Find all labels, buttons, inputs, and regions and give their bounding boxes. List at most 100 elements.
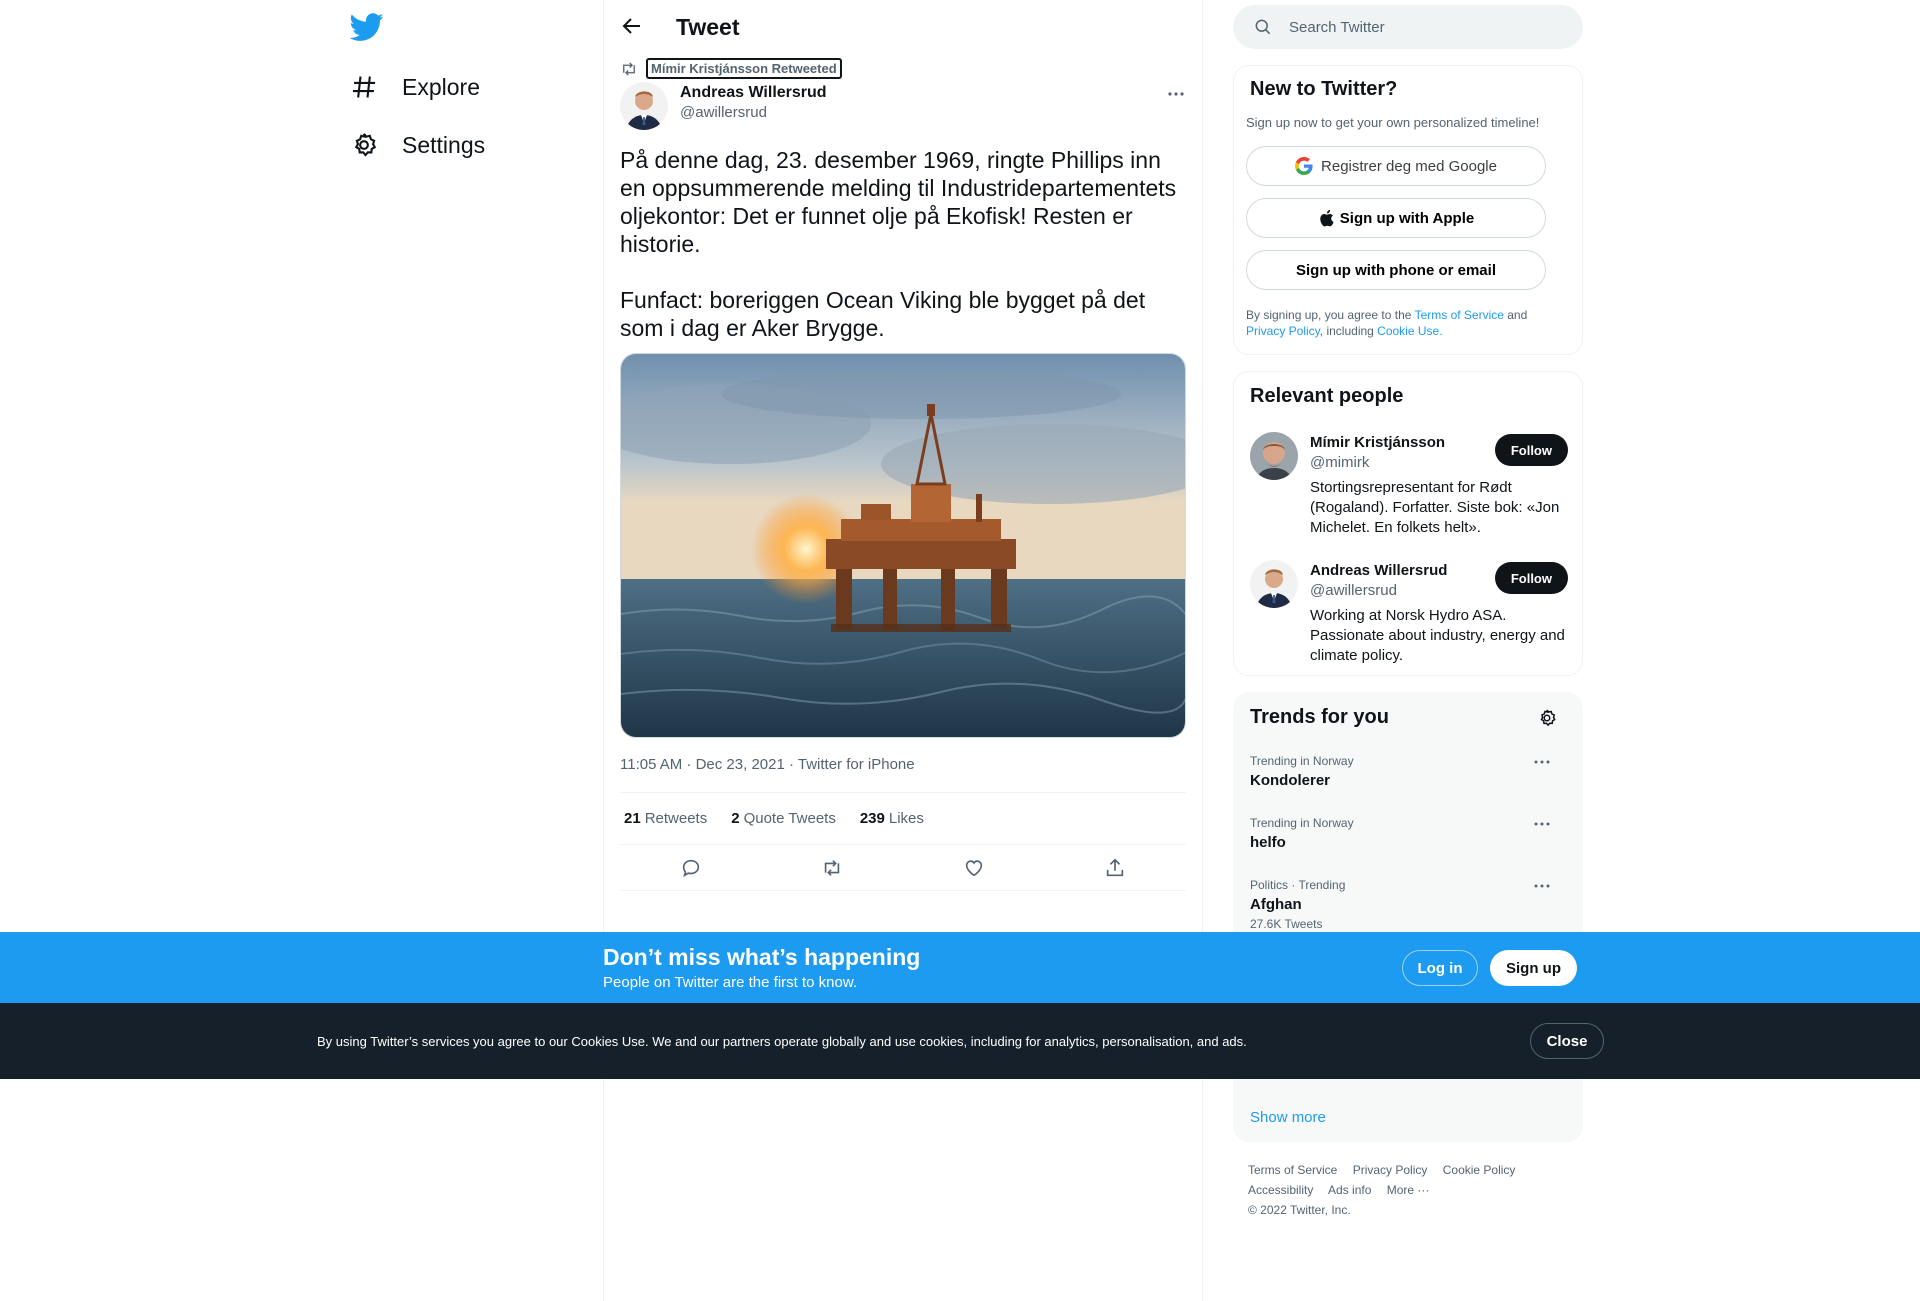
tweet-timestamp[interactable]: 11:05 AM · Dec 23, 2021 · Twitter for iP…	[620, 756, 915, 773]
signup-button[interactable]: Sign up	[1490, 950, 1577, 986]
person-bio: Working at Norsk Hydro ASA. Passionate a…	[1310, 607, 1565, 664]
search-box[interactable]	[1233, 5, 1583, 49]
footer-ads-link[interactable]: Ads info	[1328, 1183, 1371, 1197]
phone-email-signup-label: Sign up with phone or email	[1295, 261, 1496, 279]
search-input[interactable]	[1289, 18, 1549, 36]
trend-item[interactable]: Trending in Norway Kondolerer	[1250, 754, 1568, 789]
person-card[interactable]: Andreas Willersrud @awillersrud Follow W…	[1250, 560, 1568, 670]
person-handle[interactable]: @mimirk	[1310, 454, 1369, 471]
likes-label: Likes	[888, 810, 924, 827]
tweet-stats: 21 Retweets 2 Quote Tweets 239 Likes	[620, 792, 1186, 845]
trend-more-icon[interactable]	[1532, 754, 1552, 770]
footer-links: Terms of Service Privacy Policy Cookie P…	[1248, 1160, 1568, 1220]
relevant-people-card: Relevant people Mímir Kristjánsson @mimi…	[1233, 371, 1583, 676]
author-handle[interactable]: @awillersrud	[680, 104, 767, 121]
page-title: Tweet	[676, 14, 740, 40]
new-to-twitter-subtitle: Sign up now to get your own personalized…	[1246, 115, 1540, 130]
footer-terms-link[interactable]: Terms of Service	[1248, 1163, 1337, 1177]
retweeted-by-link[interactable]: Mímir Kristjánsson Retweeted	[646, 58, 842, 79]
back-arrow-icon[interactable]	[620, 14, 644, 38]
quote-label: Quote Tweets	[743, 810, 836, 827]
hashtag-icon	[350, 73, 378, 101]
nav-settings[interactable]: Settings	[350, 121, 485, 169]
signup-banner-subtitle: People on Twitter are the first to know.	[603, 974, 858, 991]
google-signup-label: Registrer deg med Google	[1321, 157, 1497, 175]
google-logo-icon	[1295, 157, 1313, 175]
retweets-count: 21	[624, 810, 641, 827]
retweet-icon	[620, 60, 638, 78]
legal-prefix: By signing up, you agree to the	[1246, 308, 1415, 322]
twitter-logo-icon[interactable]	[350, 10, 384, 44]
cookie-banner-text: By using Twitter’s services you agree to…	[317, 1034, 1247, 1049]
footer-cookie-link[interactable]: Cookie Policy	[1443, 1163, 1516, 1177]
trend-item[interactable]: Politics · Trending Afghan 27.6K Tweets	[1250, 878, 1568, 931]
trends-settings-gear-icon[interactable]	[1537, 708, 1557, 728]
retweeted-by-line: Mímir Kristjánsson Retweeted	[620, 58, 842, 79]
phone-email-signup-button[interactable]: Sign up with phone or email	[1246, 250, 1546, 290]
like-heart-icon[interactable]	[963, 857, 985, 879]
search-icon	[1253, 17, 1273, 37]
avatar[interactable]	[1250, 432, 1298, 480]
person-bio: Stortingsrepresentant for Rødt (Rogaland…	[1310, 479, 1560, 536]
person-card[interactable]: Mímir Kristjánsson @mimirk Follow Storti…	[1250, 432, 1568, 542]
trend-meta: Trending in Norway	[1250, 816, 1354, 830]
login-button[interactable]: Log in	[1402, 950, 1478, 986]
footer-accessibility-link[interactable]: Accessibility	[1248, 1183, 1313, 1197]
trends-title: Trends for you	[1250, 706, 1389, 728]
nav-explore[interactable]: Explore	[350, 63, 480, 111]
person-name[interactable]: Mímir Kristjánsson	[1310, 434, 1445, 451]
trend-meta: Trending in Norway	[1250, 754, 1354, 768]
apple-signup-button[interactable]: Sign up with Apple	[1246, 198, 1546, 238]
nav-explore-label: Explore	[402, 73, 480, 100]
apple-signup-label: Sign up with Apple	[1339, 209, 1475, 227]
likes-count: 239	[859, 810, 885, 827]
footer-more-link[interactable]: More ···	[1387, 1183, 1430, 1197]
person-name[interactable]: Andreas Willersrud	[1310, 562, 1447, 579]
legal-and: and	[1503, 308, 1528, 322]
signup-legal-text: By signing up, you agree to the Terms of…	[1246, 307, 1566, 339]
copyright-text: © 2022 Twitter, Inc.	[1248, 1203, 1351, 1217]
signup-banner: Don’t miss what’s happening People on Tw…	[0, 932, 1920, 1003]
avatar[interactable]	[1250, 560, 1298, 608]
author-name[interactable]: Andreas Willersrud	[680, 84, 827, 102]
tweet-text: På denne dag, 23. desember 1969, ringte …	[620, 147, 1177, 341]
trend-name: Kondolerer	[1250, 772, 1331, 789]
trend-more-icon[interactable]	[1532, 816, 1552, 832]
nav-settings-label: Settings	[402, 131, 486, 158]
signup-banner-title: Don’t miss what’s happening	[603, 944, 921, 970]
new-to-twitter-title: New to Twitter?	[1250, 78, 1398, 100]
reply-icon[interactable]	[680, 857, 702, 879]
trend-count: 27.6K Tweets	[1250, 917, 1323, 931]
retweets-stat[interactable]: 21 Retweets	[624, 810, 707, 827]
follow-button[interactable]: Follow	[1494, 562, 1568, 594]
author-avatar[interactable]	[620, 82, 668, 130]
trend-meta: Politics · Trending	[1250, 878, 1346, 892]
quote-tweets-stat[interactable]: 2 Quote Tweets	[731, 810, 836, 827]
relevant-people-title: Relevant people	[1250, 385, 1404, 407]
cookie-banner: By using Twitter’s services you agree to…	[0, 1003, 1920, 1079]
trend-more-icon[interactable]	[1532, 878, 1552, 894]
google-signup-button[interactable]: Registrer deg med Google	[1246, 146, 1546, 186]
terms-link[interactable]: Terms of Service	[1415, 308, 1504, 322]
cookie-close-button[interactable]: Close	[1530, 1023, 1604, 1059]
retweets-label: Retweets	[644, 810, 708, 827]
trend-item[interactable]: Trending in Norway helfo	[1250, 816, 1568, 851]
retweet-action-icon[interactable]	[821, 857, 843, 879]
tweet-header: Tweet	[604, 0, 1202, 53]
likes-stat[interactable]: 239 Likes	[860, 810, 924, 827]
cookie-link[interactable]: Cookie Use.	[1377, 324, 1442, 338]
person-handle[interactable]: @awillersrud	[1310, 582, 1397, 599]
privacy-link[interactable]: Privacy Policy	[1246, 324, 1320, 338]
main-column: Tweet Mímir Kristjánsson Retweeted Andre…	[603, 0, 1203, 1301]
more-options-icon[interactable]	[1164, 84, 1188, 104]
share-icon[interactable]	[1104, 857, 1126, 879]
tweet-actions	[620, 845, 1186, 891]
trend-name: helfo	[1250, 834, 1286, 851]
gear-icon	[350, 131, 378, 159]
footer-privacy-link[interactable]: Privacy Policy	[1353, 1163, 1428, 1177]
tweet-media-image[interactable]	[620, 353, 1186, 738]
show-more-link[interactable]: Show more	[1250, 1109, 1326, 1126]
legal-including: , including	[1319, 324, 1378, 338]
follow-button[interactable]: Follow	[1494, 434, 1568, 466]
apple-logo-icon	[1318, 209, 1334, 227]
